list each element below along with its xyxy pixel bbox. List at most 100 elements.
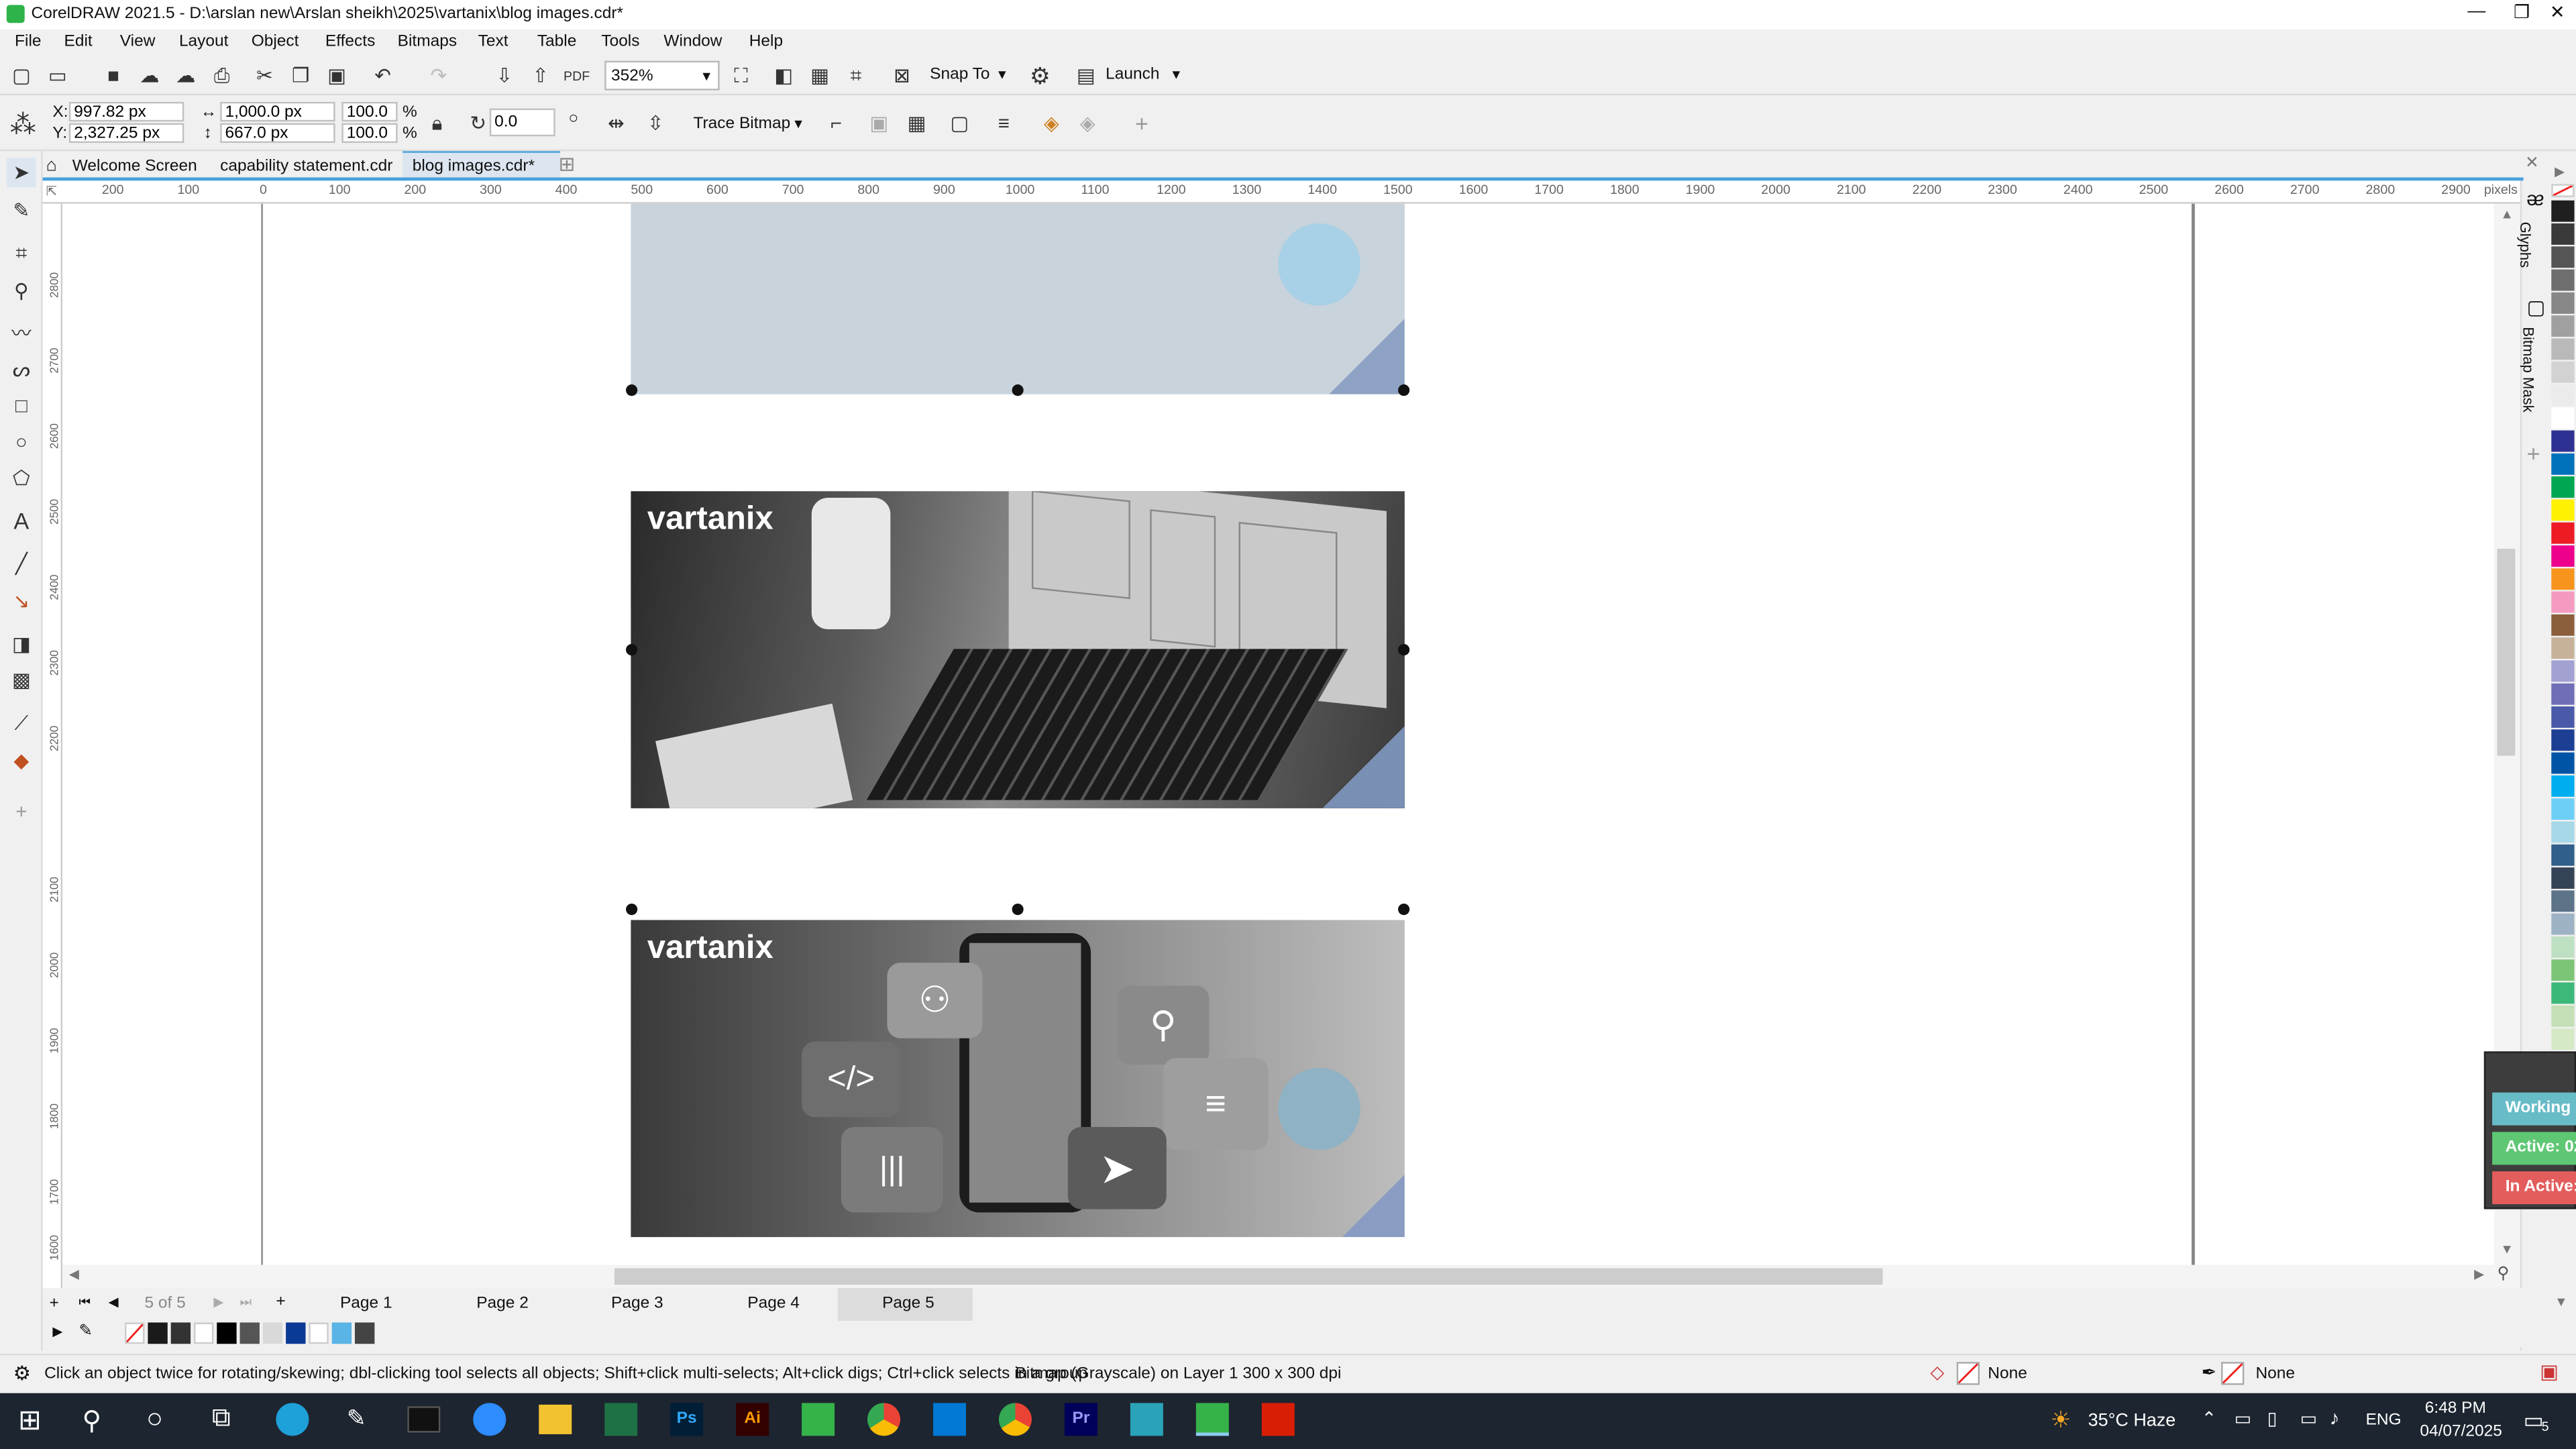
- width-field[interactable]: [220, 101, 335, 122]
- eyedropper-icon[interactable]: ⟋: [7, 708, 36, 738]
- y-position-field[interactable]: [68, 123, 184, 144]
- interactive-fill-icon[interactable]: ◆: [7, 746, 36, 775]
- scroll-left-icon[interactable]: ◀: [69, 1267, 79, 1281]
- outline-pen-icon[interactable]: ✒: [2202, 1362, 2217, 1383]
- selection-handle[interactable]: [626, 903, 638, 916]
- x-position-field[interactable]: [68, 101, 184, 122]
- meet-now-icon[interactable]: ▭: [2235, 1408, 2251, 1429]
- zoom-navigator-icon[interactable]: ⚲: [2497, 1265, 2509, 1283]
- zoom-to-page-icon[interactable]: ⛶: [726, 61, 755, 91]
- palette-swatch[interactable]: [2551, 683, 2575, 705]
- new-document-icon[interactable]: ▢: [7, 61, 36, 91]
- vscode-icon[interactable]: [933, 1403, 967, 1436]
- object-origin-icon[interactable]: ⁂: [5, 107, 41, 143]
- doc-swatch[interactable]: [239, 1322, 260, 1344]
- shape-tool-icon[interactable]: ✎: [7, 195, 36, 225]
- rotate-icon[interactable]: ↻: [464, 109, 493, 138]
- selection-handle[interactable]: [1398, 903, 1410, 916]
- drawing-canvas[interactable]: vartanix ⚇ ⚲ </> ≡ ||| ➤ vartanix: [62, 203, 2494, 1265]
- photoshop-icon[interactable]: Ps: [670, 1403, 704, 1436]
- palette-swatch[interactable]: [2551, 660, 2575, 682]
- tab-blog-images[interactable]: blog images.cdr*: [413, 158, 535, 176]
- palette-swatch[interactable]: [2551, 982, 2575, 1004]
- connector-tool-icon[interactable]: ↘: [7, 586, 36, 616]
- palette-swatch[interactable]: [2551, 384, 2575, 406]
- palette-swatch[interactable]: [2551, 706, 2575, 728]
- ellipse-tool-icon[interactable]: ○: [7, 427, 36, 457]
- doc-swatch[interactable]: [354, 1322, 375, 1344]
- glyphs-icon[interactable]: ᴂ: [2527, 187, 2544, 210]
- height-field[interactable]: [220, 123, 335, 144]
- color-eyedropper-icon[interactable]: ✎: [79, 1322, 93, 1340]
- scale-x-field[interactable]: [341, 101, 398, 122]
- parallel-dimension-icon[interactable]: ╱: [7, 549, 36, 578]
- page-tab-1[interactable]: Page 1: [340, 1295, 392, 1313]
- selection-handle[interactable]: [626, 644, 638, 656]
- artistic-media-icon[interactable]: ᔕ: [7, 355, 36, 384]
- zoom-icon[interactable]: [473, 1403, 506, 1436]
- page-tab-5[interactable]: Page 5: [882, 1295, 934, 1313]
- palette-swatch[interactable]: [2551, 292, 2575, 314]
- palette-swatch[interactable]: [2551, 844, 2575, 866]
- outline-swatch[interactable]: [2221, 1362, 2245, 1385]
- vertical-ruler[interactable]: 2800 2700 2600 2500 2400 2300 2200 2100 …: [42, 203, 63, 1289]
- cloud-download-icon[interactable]: ☁: [171, 61, 201, 91]
- copy-icon[interactable]: ❐: [286, 61, 315, 91]
- search-icon[interactable]: ⚲: [82, 1405, 101, 1438]
- palette-swatch[interactable]: [2551, 890, 2575, 912]
- palette-swatch[interactable]: [2551, 476, 2575, 498]
- add-page-end-icon[interactable]: +: [276, 1293, 285, 1311]
- windows-start-icon[interactable]: ⊞: [18, 1405, 42, 1438]
- page-tab-3[interactable]: Page 3: [611, 1295, 663, 1313]
- palette-swatch[interactable]: [2551, 522, 2575, 544]
- scrollbar-thumb[interactable]: [2497, 548, 2516, 756]
- fill-swatch[interactable]: [1956, 1362, 1980, 1385]
- maximize-button[interactable]: ❐: [2514, 1, 2530, 23]
- palette-swatch[interactable]: [2551, 200, 2575, 222]
- premiere-icon[interactable]: Pr: [1064, 1403, 1097, 1436]
- launch-dropdown[interactable]: Launch: [1106, 66, 1159, 84]
- text-wrap-icon[interactable]: ≡: [989, 109, 1018, 138]
- palette-scroll-down-icon[interactable]: ▼: [2555, 1295, 2567, 1309]
- palette-swatch[interactable]: [2551, 223, 2575, 245]
- coreldraw-taskbar-icon[interactable]: [802, 1403, 835, 1436]
- edit-bitmap-icon[interactable]: ▣: [864, 109, 894, 138]
- drop-shadow-icon[interactable]: ◨: [7, 629, 36, 659]
- palette-swatch[interactable]: [2551, 1005, 2575, 1027]
- menu-bitmaps[interactable]: Bitmaps: [398, 33, 457, 51]
- options-gear-icon[interactable]: ⚙: [1025, 61, 1055, 91]
- print-icon[interactable]: ⎙: [207, 61, 237, 91]
- palette-swatch[interactable]: [2551, 614, 2575, 636]
- undo-icon[interactable]: ↶: [368, 61, 398, 91]
- palette-swatch[interactable]: [2551, 798, 2575, 820]
- palette-swatch[interactable]: [2551, 959, 2575, 981]
- palette-swatch[interactable]: [2551, 821, 2575, 843]
- no-color-swatch[interactable]: [2551, 184, 2575, 197]
- menu-help[interactable]: Help: [749, 33, 783, 51]
- import-icon[interactable]: ⇩: [490, 61, 519, 91]
- freehand-tool-icon[interactable]: 〰: [7, 317, 36, 347]
- scroll-down-icon[interactable]: ▼: [2500, 1242, 2513, 1256]
- menu-edit[interactable]: Edit: [64, 33, 93, 51]
- text-tool-icon[interactable]: A: [7, 506, 36, 535]
- chrome-icon[interactable]: [867, 1403, 901, 1436]
- cortana-icon[interactable]: ○: [146, 1403, 163, 1436]
- doc-swatch[interactable]: [309, 1322, 329, 1344]
- mirror-horizontal-icon[interactable]: ⇹: [601, 109, 631, 138]
- menu-table[interactable]: Table: [537, 33, 577, 51]
- acrobat-icon[interactable]: [1261, 1403, 1295, 1436]
- palette-swatch[interactable]: [2551, 591, 2575, 613]
- volume-icon[interactable]: ♪: [2330, 1406, 2340, 1429]
- palette-swatch[interactable]: [2551, 246, 2575, 268]
- doc-swatch[interactable]: [217, 1322, 237, 1344]
- open-folder-icon[interactable]: ▭: [43, 61, 72, 91]
- doc-swatch[interactable]: [170, 1322, 191, 1344]
- blog-image-1[interactable]: [631, 203, 1405, 394]
- horizontal-scrollbar[interactable]: ◀ ▶ ⚲: [62, 1265, 2520, 1289]
- tab-welcome-screen[interactable]: Welcome Screen: [72, 158, 197, 176]
- palette-swatch[interactable]: [2551, 499, 2575, 521]
- cut-icon[interactable]: ✂: [250, 61, 279, 91]
- terminal-icon[interactable]: [407, 1406, 441, 1433]
- palette-swatch[interactable]: [2551, 867, 2575, 889]
- new-tab-icon[interactable]: ⊞: [559, 153, 576, 176]
